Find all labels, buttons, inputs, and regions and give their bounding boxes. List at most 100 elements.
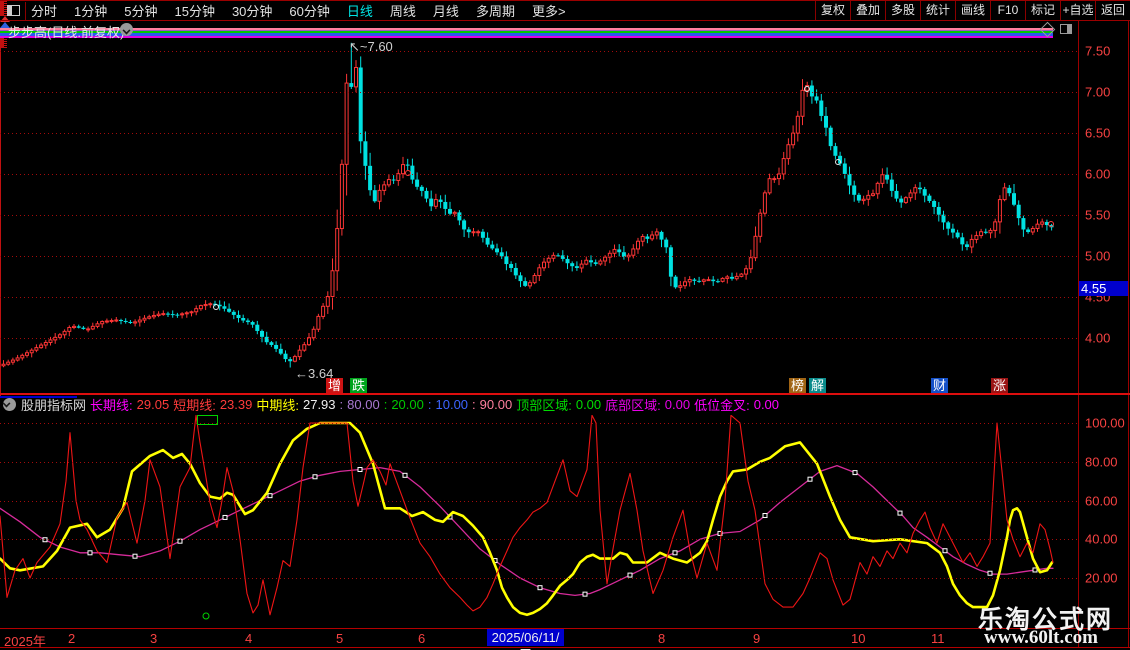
ind-param-label-7: : — [472, 397, 476, 412]
xaxis-bottom-border — [0, 647, 1130, 648]
ind-param-value-7: 90.00 — [480, 397, 513, 412]
xaxis-label-6: 6 — [418, 631, 425, 646]
ind-axis-label: 80.00 — [1085, 454, 1118, 469]
diamond-icon[interactable] — [1040, 22, 1056, 38]
ind-gridline — [0, 539, 1078, 540]
price-label: 5.50 — [1085, 208, 1110, 223]
xaxis-label-4: 4 — [245, 631, 252, 646]
ind-param-label-3: 中期线: — [256, 395, 299, 414]
ind-param-value-10: 0.00 — [754, 397, 779, 412]
quick-link-财[interactable]: 财 — [931, 378, 948, 393]
top-menu-bar: 分时 1分钟 5分钟 15分钟 30分钟 60分钟日线周线月线多周期更多> 复权叠加多股统… — [0, 0, 1130, 20]
menu-item-3[interactable]: 5分钟 — [124, 2, 157, 21]
ind-param-label-4: : — [340, 397, 344, 412]
high-annotation: ↖~7.60 — [349, 39, 393, 55]
price-cursor-badge: 4.55 — [1079, 281, 1128, 296]
toolbar-button-2[interactable]: 叠加 — [850, 1, 885, 20]
indicator-chart[interactable] — [0, 415, 1078, 628]
xaxis-label-3: 3 — [150, 631, 157, 646]
xaxis-top-border — [0, 628, 1130, 629]
gridline — [0, 256, 1078, 257]
toolbar-button-6[interactable]: F10 — [990, 1, 1025, 20]
ind-param-value-4: 80.00 — [347, 397, 380, 412]
toolbar-button-8[interactable]: +自选 — [1060, 1, 1095, 20]
ind-param-value-8: 0.00 — [576, 397, 601, 412]
menu-item-7[interactable]: 日线 — [347, 2, 373, 21]
xaxis-label-9: 9 — [753, 631, 760, 646]
menu-item-8[interactable]: 周线 — [390, 2, 416, 21]
ind-param-label-10: 低位金叉: — [694, 395, 750, 414]
menu-item-11[interactable]: 更多> — [532, 2, 566, 21]
ind-param-value-5: 20.00 — [391, 397, 424, 412]
ind-axis-label: 60.00 — [1085, 493, 1118, 508]
xaxis-label-2025年: 2025年 — [4, 631, 46, 650]
ind-param-label-9: 底部区域: — [605, 395, 661, 414]
toolbar-button-4[interactable]: 统计 — [920, 1, 955, 20]
menu-item-9[interactable]: 月线 — [433, 2, 459, 21]
ind-gridline — [0, 423, 1078, 424]
split-pane-icon[interactable] — [1060, 24, 1072, 34]
xaxis-label-11: 11 — [931, 631, 945, 646]
price-label: 6.50 — [1085, 126, 1110, 141]
ind-axis-label: 100.00 — [1085, 416, 1125, 431]
gridline — [0, 92, 1078, 93]
gridline — [0, 133, 1078, 134]
date-cursor-badge: 2025/06/11/三 — [487, 629, 564, 646]
menu-item-6[interactable]: 60分钟 — [289, 2, 329, 21]
chevron-down-icon[interactable] — [120, 23, 133, 36]
menu-divider — [25, 2, 26, 21]
menu-item-1[interactable]: 分时 — [31, 2, 57, 21]
price-label: 7.00 — [1085, 85, 1110, 100]
title-row: 步步高(日线.前复权) — [0, 21, 1078, 37]
quick-link-解[interactable]: 解 — [809, 378, 826, 393]
quick-link-跌[interactable]: 跌 — [350, 378, 367, 393]
trading-app-window: 分时 1分钟 5分钟 15分钟 30分钟 60分钟日线周线月线多周期更多> 复权叠加多股统… — [0, 0, 1130, 650]
ind-gridline — [0, 578, 1078, 579]
indicator-source-label[interactable]: 股朋指标网 — [21, 395, 86, 414]
gridline — [0, 174, 1078, 175]
price-label: 4.00 — [1085, 331, 1110, 346]
toolbar-button-7[interactable]: 标记 — [1025, 1, 1060, 20]
ind-param-value-3: 27.93 — [303, 397, 336, 412]
quick-link-榜[interactable]: 榜 — [789, 378, 806, 393]
toolbar-button-9[interactable]: 返回 — [1095, 1, 1130, 20]
toolbar-button-1[interactable]: 复权 — [815, 1, 850, 20]
gridline — [0, 338, 1078, 339]
axis-right-border — [1128, 21, 1129, 648]
quick-link-增[interactable]: 增 — [326, 378, 343, 393]
ind-param-value-2: 23.39 — [220, 397, 253, 412]
menu-item-5[interactable]: 30分钟 — [232, 2, 272, 21]
gridline — [0, 51, 1078, 52]
toolbar-button-3[interactable]: 多股 — [885, 1, 920, 20]
menu-item-2[interactable]: 1分钟 — [74, 2, 107, 21]
toolbar-button-5[interactable]: 画线 — [955, 1, 990, 20]
ind-param-value-9: 0.00 — [665, 397, 690, 412]
ind-gridline — [0, 462, 1078, 463]
xaxis-label-5: 5 — [336, 631, 343, 646]
ind-param-value-6: 10.00 — [436, 397, 469, 412]
ind-param-label-6: : — [428, 397, 432, 412]
axis-left-border — [1078, 21, 1079, 648]
xaxis-label-2: 2 — [68, 631, 75, 646]
ind-param-label-2: 短期线: — [173, 395, 216, 414]
ind-param-label-1: 长期线: — [90, 395, 133, 414]
menu-item-10[interactable]: 多周期 — [476, 2, 515, 21]
price-label: 6.00 — [1085, 167, 1110, 182]
ind-param-label-8: 顶部区域: — [516, 395, 572, 414]
menu-item-4[interactable]: 15分钟 — [174, 2, 214, 21]
layout-icon[interactable] — [7, 5, 20, 16]
gridline — [0, 297, 1078, 298]
ind-axis-label: 40.00 — [1085, 532, 1118, 547]
xaxis-label-8: 8 — [658, 631, 665, 646]
price-label: 7.50 — [1085, 44, 1110, 59]
indicator-header: 股朋指标网 长期线:29.05短期线:23.39中期线:27.93:80.00:… — [0, 396, 783, 413]
gridline — [0, 215, 1078, 216]
ind-axis-label: 20.00 — [1085, 571, 1118, 586]
watermark-site-url: www.60lt.com — [984, 627, 1098, 649]
price-label: 5.00 — [1085, 249, 1110, 264]
quick-link-涨[interactable]: 涨 — [991, 378, 1008, 393]
ind-gridline — [0, 501, 1078, 502]
ind-param-label-5: : — [384, 397, 388, 412]
collapse-indicator-icon[interactable] — [3, 398, 16, 411]
ind-param-value-1: 29.05 — [137, 397, 170, 412]
